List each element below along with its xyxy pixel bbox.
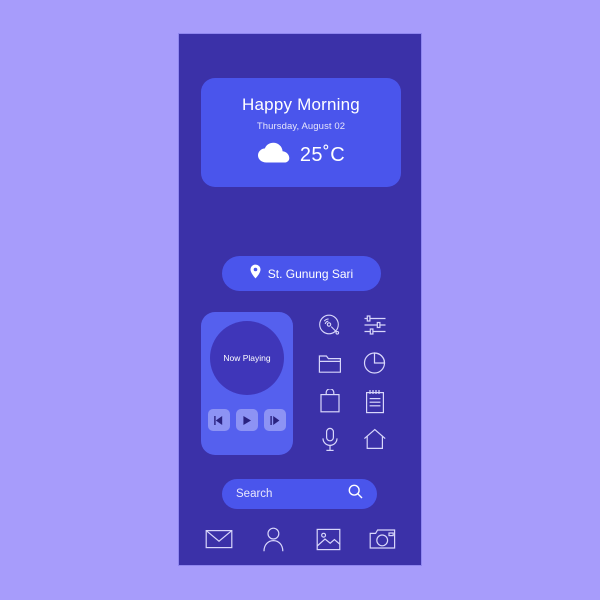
notepad-icon[interactable] (362, 388, 388, 414)
phone-screen: Happy Morning Thursday, August 02 25˚C S… (178, 33, 422, 566)
play-button[interactable] (236, 409, 258, 431)
temperature-text: 25˚C (299, 144, 346, 166)
home-icon[interactable] (362, 426, 388, 452)
user-icon[interactable] (259, 524, 289, 554)
now-playing-label: Now Playing (223, 353, 271, 363)
shopping-bag-icon[interactable] (317, 388, 343, 414)
previous-button[interactable] (208, 409, 230, 431)
search-bar[interactable]: Search (222, 479, 377, 509)
transport-controls (208, 409, 286, 431)
weather-card[interactable]: Happy Morning Thursday, August 02 25˚C (201, 78, 401, 187)
location-label: St. Gunung Sari (267, 266, 354, 281)
mail-icon[interactable] (204, 524, 234, 554)
music-player-card: Now Playing (201, 312, 293, 455)
location-pill[interactable]: St. Gunung Sari (222, 256, 381, 291)
greeting-text: Happy Morning (242, 95, 360, 114)
search-input[interactable]: Search (236, 488, 348, 500)
search-icon[interactable] (348, 484, 363, 504)
camera-icon[interactable] (368, 524, 398, 554)
sliders-icon[interactable] (362, 312, 388, 338)
folder-icon[interactable] (317, 350, 343, 376)
now-playing-disc[interactable]: Now Playing (210, 321, 284, 395)
app-icon-grid (307, 306, 397, 458)
gallery-icon[interactable] (313, 524, 343, 554)
bottom-navigation (204, 524, 398, 554)
vinyl-record-icon[interactable] (317, 312, 343, 338)
pie-chart-icon[interactable] (362, 350, 388, 376)
weather-row: 25˚C (257, 142, 345, 169)
mockup-canvas: Happy Morning Thursday, August 02 25˚C S… (0, 0, 600, 600)
microphone-icon[interactable] (317, 426, 343, 452)
map-pin-icon (250, 264, 261, 284)
next-button[interactable] (264, 409, 286, 431)
cloud-icon (257, 142, 291, 169)
date-text: Thursday, August 02 (256, 121, 346, 132)
